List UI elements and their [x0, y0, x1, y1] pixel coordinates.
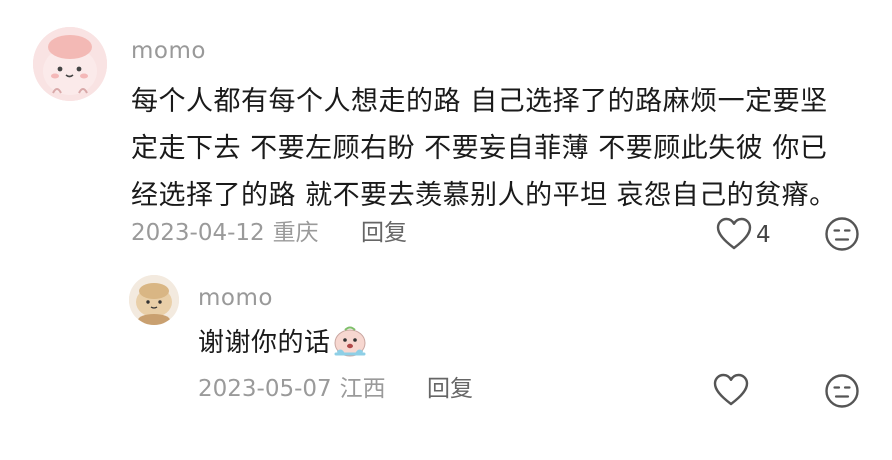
- reply-text-row: 谢谢你的话: [198, 325, 367, 367]
- comment-text-line: 经选择了的路 就不要去羡慕别人的平坦 哀怨自己的贫瘠。: [131, 180, 837, 211]
- reply-reply-button[interactable]: 回复: [427, 378, 473, 401]
- reply-username[interactable]: momo: [198, 287, 273, 310]
- neutral-face-icon: [825, 217, 859, 251]
- cartoon-avatar-icon: [129, 275, 179, 325]
- comment-location: 重庆: [272, 220, 319, 246]
- cartoon-avatar-icon: [33, 27, 107, 101]
- comment-text-line: 定走下去 不要左顾右盼 不要妄自菲薄 不要顾此失彼 你已: [131, 133, 828, 164]
- reply-text: 谢谢你的话: [198, 328, 331, 358]
- user-avatar[interactable]: [33, 27, 107, 101]
- reply-meta: 2023-05-07 江西: [198, 378, 386, 401]
- comment-text-line: 每个人都有每个人想走的路 自己选择了的路麻烦一定要坚: [131, 86, 828, 117]
- like-count: 4: [756, 222, 771, 248]
- heart-outline-icon: [713, 373, 749, 406]
- reply-date: 2023-05-07: [198, 376, 332, 402]
- reply-button[interactable]: 回复: [361, 222, 407, 245]
- reply-user-avatar[interactable]: [129, 275, 179, 325]
- reply-dislike-button[interactable]: [824, 373, 860, 409]
- comment-meta: 2023-04-12 重庆: [131, 222, 319, 245]
- comment-date: 2023-04-12: [131, 220, 265, 246]
- comment-thread: momo 每个人都有每个人想走的路 自己选择了的路麻烦一定要坚 定走下去 不要左…: [0, 0, 892, 460]
- crying-sticker-icon: [333, 325, 367, 367]
- comment-text: 每个人都有每个人想走的路 自己选择了的路麻烦一定要坚 定走下去 不要左顾右盼 不…: [131, 78, 866, 219]
- neutral-face-icon: [825, 374, 859, 408]
- dislike-button[interactable]: [824, 216, 860, 252]
- comment-username[interactable]: momo: [131, 40, 206, 63]
- reply-like-button[interactable]: [713, 373, 749, 407]
- reply-location: 江西: [339, 376, 386, 402]
- like-button[interactable]: [716, 217, 752, 251]
- heart-outline-icon: [716, 217, 752, 250]
